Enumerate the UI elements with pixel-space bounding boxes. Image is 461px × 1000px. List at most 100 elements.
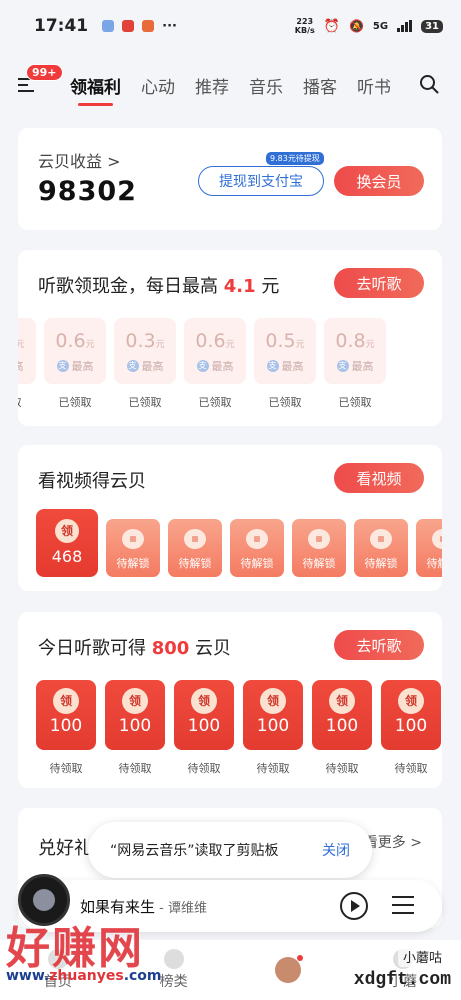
tab-heartbeat[interactable]: 心动 [141,73,175,98]
listen-reward-item[interactable]: 领 100 待领取 [174,680,234,776]
earnings-card: 云贝收益 > 98302 提现到支付宝 9.83元待提现 换会员 [18,128,442,230]
cash-reward-item[interactable]: 0.5元 支最高 已领取 [18,318,36,410]
watermark-url: www.zhuanyes.com [6,968,162,984]
amount-unit: 元 [365,340,375,350]
cash-box: 0.5元 支最高 [254,318,316,384]
cash-reward-item[interactable]: 0.3元 支最高 已领取 [114,318,176,410]
listen-reward-item[interactable]: 领 100 待领取 [36,680,96,776]
cash-box: 0.6元 支最高 [44,318,106,384]
claim-icon: 领 [55,519,79,543]
earnings-label[interactable]: 云贝收益 > [38,148,121,172]
listen-reward-item[interactable]: 领 100 待领取 [243,680,303,776]
amount-unit: 元 [295,340,305,350]
cash-amount: 0.6元 [55,330,94,352]
video-reward-locked[interactable]: 待解锁 [354,519,408,577]
top-navigation: 99+ 领福利 心动 推荐 音乐 播客 听书 [0,62,461,108]
claim-icon: 领 [329,688,355,714]
watch-video-button[interactable]: 看视频 [334,463,424,493]
url-part: .com [123,968,162,984]
lock-icon [122,529,144,549]
watermark-logo: 好赚网 [6,923,144,974]
amount-value: 0.6 [55,330,86,352]
network-type: 5G [372,20,389,32]
lock-icon [370,529,392,549]
tab-audiobook[interactable]: 听书 [357,73,391,98]
alipay-icon: 支 [126,360,139,372]
video-reward-available[interactable]: 领 468 [36,509,98,577]
amount-value: 0.6 [195,330,226,352]
cash-status: 已领取 [18,394,22,410]
reward-value: 468 [51,547,83,566]
video-reward-locked[interactable]: 待解锁 [416,519,442,577]
alipay-icon: 支 [266,360,279,372]
video-reward-locked[interactable]: 待解锁 [292,519,346,577]
lock-icon [184,529,206,549]
video-reward-locked[interactable]: 待解锁 [230,519,284,577]
reward-value: 100 [187,716,221,736]
max-label: 最高 [18,358,24,374]
cash-amount: 0.6元 [195,330,234,352]
reward-value: 100 [118,716,152,736]
amount-value: 0.8 [335,330,366,352]
video-reward-locked[interactable]: 待解锁 [106,519,160,577]
toast-message: “网易云音乐”读取了剪贴板 [110,843,279,859]
max-label: 最高 [281,360,304,373]
listen-reward-item[interactable]: 领 100 待领取 [312,680,372,776]
red-envelope: 领 100 [174,680,234,750]
withdraw-alipay-button[interactable]: 提现到支付宝 [198,166,324,196]
video-reward-locked[interactable]: 待解锁 [168,519,222,577]
nav-charts[interactable]: 榜类 [160,949,188,991]
cash-box: 0.3元 支最高 [114,318,176,384]
playlist-icon[interactable] [392,896,414,914]
go-listen-button[interactable]: 去听歌 [334,268,424,298]
locked-label: 待解锁 [426,557,443,570]
red-envelope: 领 100 [243,680,303,750]
notification-badge: 99+ [26,64,63,81]
tab-podcast[interactable]: 播客 [303,73,337,98]
amount-value: 0.3 [125,330,156,352]
listen-reward-item[interactable]: 领 100 待领取 [381,680,441,776]
tab-music[interactable]: 音乐 [249,73,283,98]
listen-reward-list: 领 100 待领取 领 100 待领取 领 100 待领取 领 100 待领取 … [36,680,441,776]
exchange-vip-button[interactable]: 换会员 [334,166,424,196]
alipay-icon: 支 [56,360,69,372]
url-part: www. [6,968,50,984]
toast-close-button[interactable]: 关闭 [322,840,350,860]
claim-icon: 领 [260,688,286,714]
locked-label: 待解锁 [240,557,274,570]
cash-reward-item[interactable]: 0.6元 支最高 已领取 [184,318,246,410]
status-bar: 17:41 ··· 223 KB/s ⏰ 🔕 5G 31 [0,0,461,52]
cash-max: 支最高 [126,358,164,374]
play-icon[interactable] [340,892,368,920]
download-icon [142,20,155,32]
tab-recommend[interactable]: 推荐 [195,73,229,98]
listen-reward-item[interactable]: 领 100 待领取 [105,680,165,776]
cash-reward-item[interactable]: 0.5元 支最高 已领取 [254,318,316,410]
cash-status: 已领取 [338,396,372,409]
reward-status: 待领取 [325,762,359,775]
amount-unit: 元 [18,340,25,350]
locked-label: 待解锁 [178,557,212,570]
section-title: 兑好礼 [38,838,92,859]
red-envelope: 领 100 [381,680,441,750]
menu-button[interactable]: 99+ [18,64,63,100]
max-label: 最高 [71,360,94,373]
max-label: 最高 [351,360,374,373]
cash-reward-item[interactable]: 0.8元 支最高 已领取 [324,318,386,410]
cash-box: 0.5元 支最高 [18,318,36,384]
cash-reward-item[interactable]: 0.6元 支最高 已领取 [44,318,106,410]
tab-welfare[interactable]: 领福利 [70,73,121,106]
avatar [275,955,304,983]
see-more-link[interactable]: 看更多 > [364,832,422,852]
battery-indicator: 31 [421,19,443,33]
go-listen-button[interactable]: 去听歌 [334,630,424,660]
charts-icon [163,949,184,969]
cash-box: 0.8元 支最高 [324,318,386,384]
video-reward-list: 领 468 待解锁 待解锁 待解锁 待解锁 待解锁 待解锁 [36,509,442,577]
red-envelope: 领 100 [36,680,96,750]
search-icon[interactable] [419,74,439,94]
cash-max: 支最高 [336,358,374,374]
url-part: zhuanyes [49,968,124,984]
earnings-value: 98302 [38,176,137,207]
nav-profile[interactable] [275,955,304,983]
